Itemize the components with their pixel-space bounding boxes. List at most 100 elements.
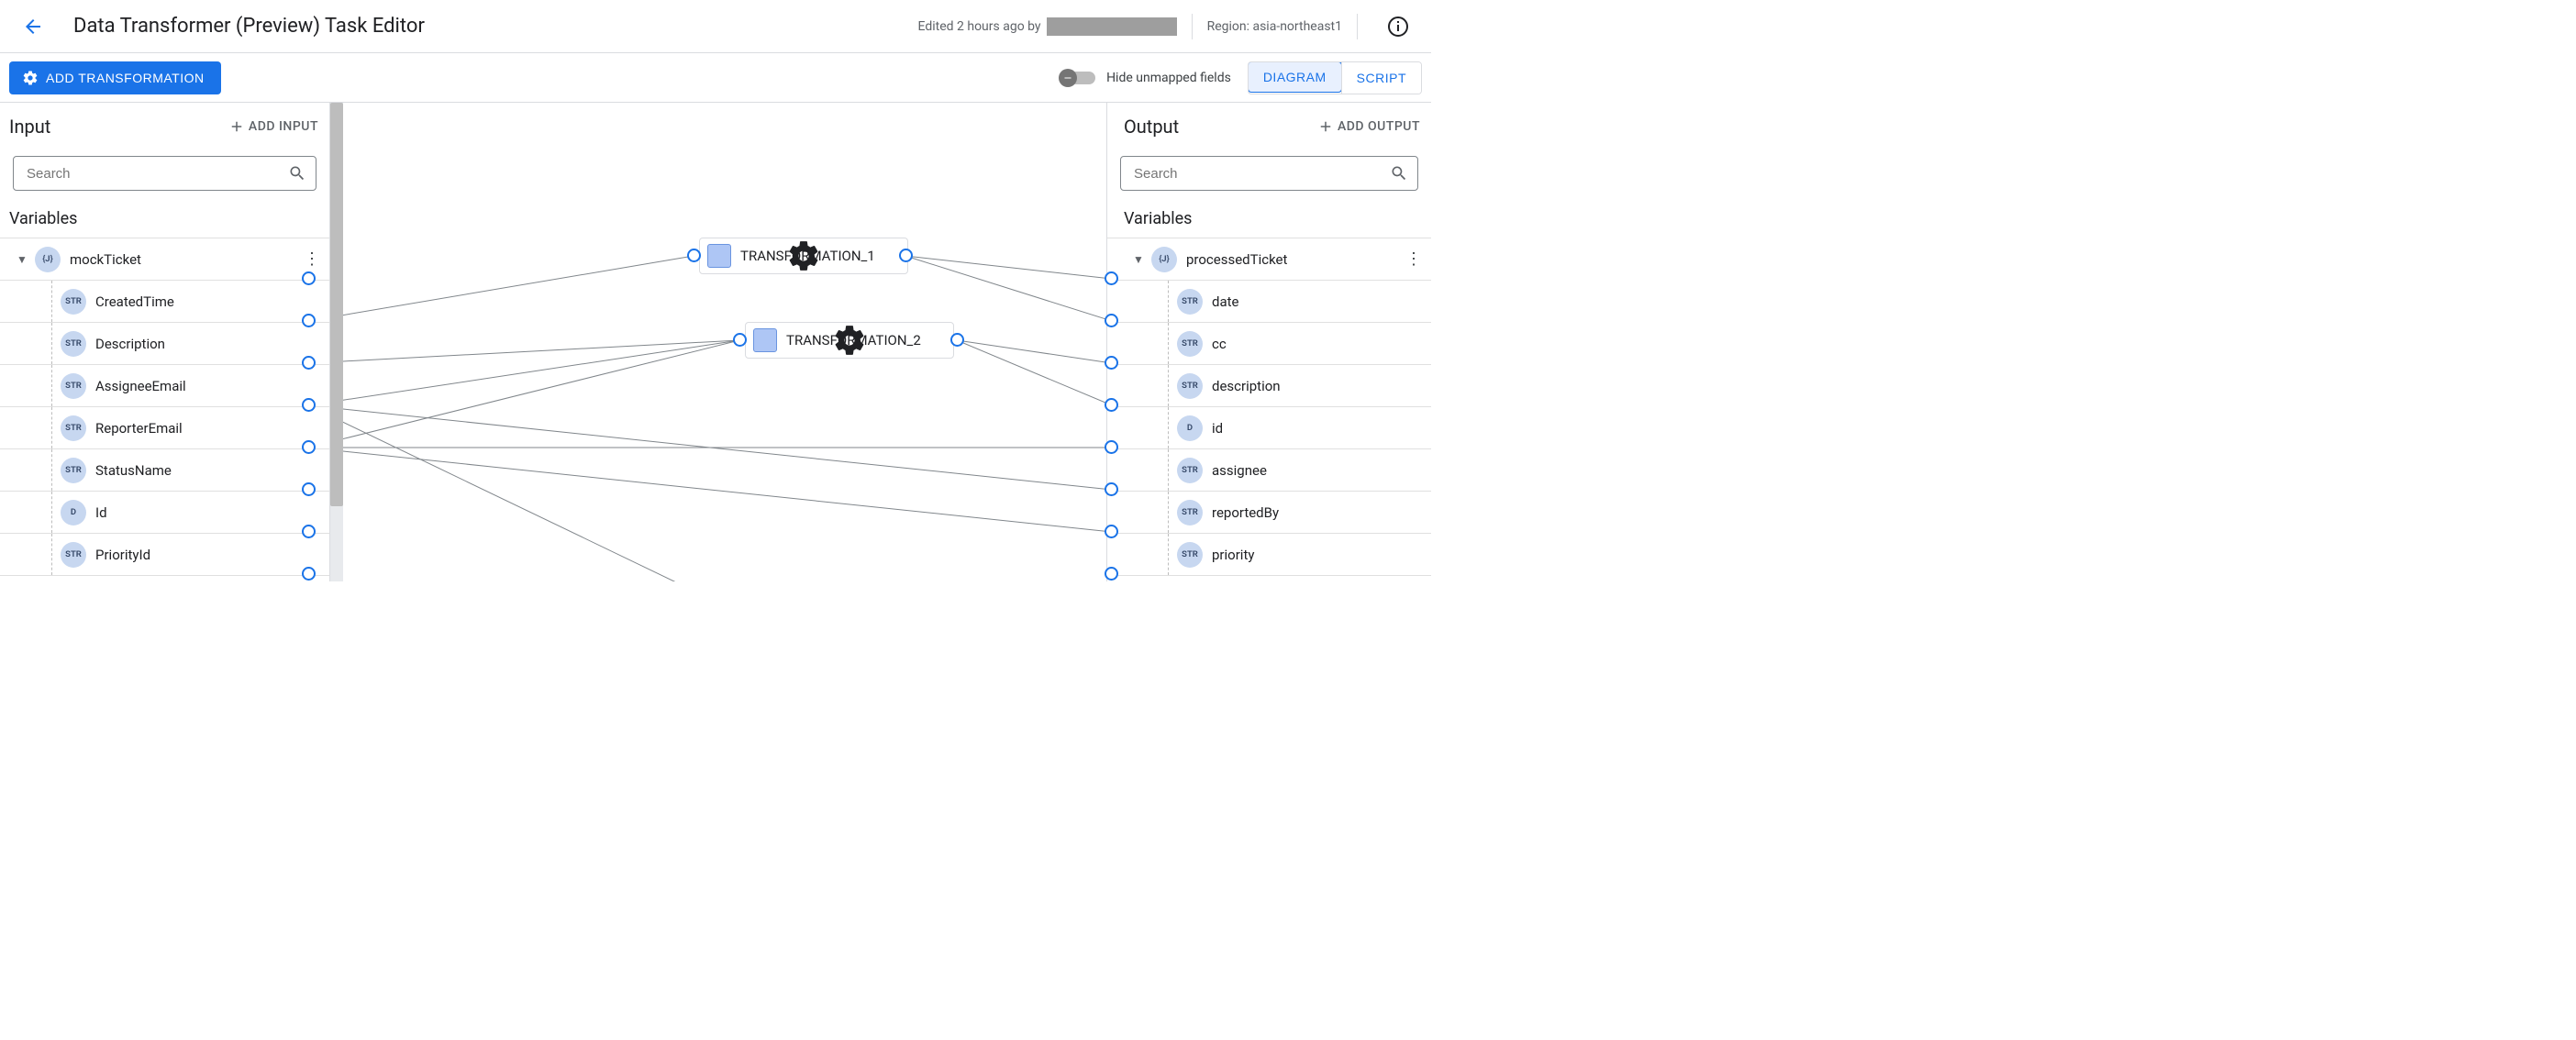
input-field-row[interactable]: STRDescription [0, 323, 329, 365]
type-badge: STR [61, 458, 86, 483]
type-badge: STR [1177, 542, 1203, 568]
search-icon [1390, 164, 1408, 183]
output-field-row[interactable]: STRreportedBy [1107, 492, 1431, 534]
input-field-name: Id [95, 504, 107, 521]
output-root-row[interactable]: ▼ {J} processedTicket ⋮ [1107, 238, 1431, 281]
info-button[interactable] [1380, 8, 1416, 45]
output-panel-title: Output [1124, 116, 1179, 138]
output-field-row[interactable]: Did [1107, 407, 1431, 449]
input-port-2[interactable] [302, 398, 316, 412]
toolbar: ADD TRANSFORMATION Hide unmapped fields … [0, 53, 1431, 103]
canvas[interactable]: TRANSFORMATION_1 TRANSFORMATION_2 [343, 103, 1106, 581]
input-field-name: ReporterEmail [95, 420, 183, 437]
add-output-label: ADD OUTPUT [1338, 119, 1420, 134]
type-badge: STR [1177, 373, 1203, 399]
output-port-0[interactable] [1105, 314, 1118, 327]
output-search-input[interactable] [1134, 166, 1390, 182]
input-tree: ▼ {J} mockTicket ⋮ STRCreatedTimeSTRDesc… [0, 238, 329, 576]
add-transformation-button[interactable]: ADD TRANSFORMATION [9, 61, 221, 94]
type-badge: D [61, 500, 86, 526]
edited-by-redacted [1047, 17, 1177, 36]
type-badge-json: {J} [35, 247, 61, 272]
output-search-field[interactable] [1120, 156, 1418, 191]
gear-icon [22, 70, 39, 86]
output-port-3[interactable] [1105, 440, 1118, 454]
indent-line [1168, 365, 1169, 406]
input-field-row[interactable]: STRStatusName [0, 449, 329, 492]
input-search-input[interactable] [27, 166, 288, 182]
input-panel-title: Input [9, 116, 50, 138]
input-field-name: Description [95, 336, 165, 352]
input-panel: Input ADD INPUT Variables ▼ {J} mockTick… [0, 103, 330, 581]
input-scrollbar[interactable] [330, 103, 343, 581]
row-menu-button[interactable]: ⋮ [304, 249, 320, 269]
output-port-root[interactable] [1105, 271, 1118, 285]
scrollbar-thumb[interactable] [330, 103, 343, 506]
output-field-name: cc [1212, 336, 1227, 352]
output-field-row[interactable]: STRassignee [1107, 449, 1431, 492]
add-output-button[interactable]: ADD OUTPUT [1317, 118, 1420, 135]
output-field-row[interactable]: STR priority [1107, 534, 1431, 576]
input-port-0[interactable] [302, 314, 316, 327]
output-field-row[interactable]: STRcc [1107, 323, 1431, 365]
transformation-1-output-port[interactable] [899, 249, 913, 262]
input-root-name: mockTicket [70, 251, 141, 268]
type-badge: STR [1177, 289, 1203, 315]
transformation-2-input-port[interactable] [733, 333, 747, 347]
hide-unmapped-label: Hide unmapped fields [1106, 71, 1231, 85]
indent-line [1168, 449, 1169, 491]
info-icon [1387, 16, 1409, 38]
output-field-name: reportedBy [1212, 504, 1279, 521]
input-field-row[interactable]: D Id [0, 492, 329, 534]
output-port-4[interactable] [1105, 482, 1118, 496]
transformation-node-1[interactable]: TRANSFORMATION_1 [699, 238, 908, 274]
output-port-6[interactable] [1105, 567, 1118, 581]
input-search-field[interactable] [13, 156, 316, 191]
header-separator [1192, 14, 1193, 39]
input-port-1[interactable] [302, 356, 316, 370]
type-badge: STR [1177, 458, 1203, 483]
output-port-5[interactable] [1105, 525, 1118, 538]
view-script-button[interactable]: SCRIPT [1341, 62, 1421, 94]
output-field-name: date [1212, 293, 1238, 310]
indent-line [51, 365, 52, 406]
indent-line [51, 407, 52, 448]
view-diagram-button[interactable]: DIAGRAM [1248, 61, 1342, 93]
type-badge: D [1177, 415, 1203, 441]
input-port-root[interactable] [302, 271, 316, 285]
input-port-5[interactable] [302, 525, 316, 538]
input-port-4[interactable] [302, 482, 316, 496]
input-field-name: AssigneeEmail [95, 378, 186, 394]
input-field-row[interactable]: STRReporterEmail [0, 407, 329, 449]
output-field-row[interactable]: STR date [1107, 281, 1431, 323]
output-port-2[interactable] [1105, 398, 1118, 412]
edited-by-label: Edited 2 hours ago by [918, 17, 1177, 36]
input-variables-label: Variables [0, 202, 329, 238]
region-label: Region: asia-northeast1 [1207, 19, 1342, 34]
add-input-button[interactable]: ADD INPUT [228, 118, 318, 135]
toggle-knob [1059, 69, 1077, 87]
type-badge: STR [61, 373, 86, 399]
output-field-name: priority [1212, 547, 1254, 563]
caret-down-icon: ▼ [1133, 253, 1151, 266]
transformation-1-input-port[interactable] [687, 249, 701, 262]
indent-line [1168, 323, 1169, 364]
input-port-6[interactable] [302, 567, 316, 581]
output-field-row[interactable]: STRdescription [1107, 365, 1431, 407]
input-field-name: PriorityId [95, 547, 150, 563]
indent-line [51, 449, 52, 491]
row-menu-button[interactable]: ⋮ [1405, 249, 1422, 269]
back-button[interactable] [15, 8, 51, 45]
type-badge: STR [61, 542, 86, 568]
input-root-row[interactable]: ▼ {J} mockTicket ⋮ [0, 238, 329, 281]
type-badge-json: {J} [1151, 247, 1177, 272]
input-field-row[interactable]: STR PriorityId [0, 534, 329, 576]
output-port-1[interactable] [1105, 356, 1118, 370]
output-field-name: id [1212, 420, 1223, 437]
transformation-2-output-port[interactable] [950, 333, 964, 347]
transformation-node-2[interactable]: TRANSFORMATION_2 [745, 322, 954, 359]
hide-unmapped-toggle[interactable] [1061, 72, 1095, 84]
input-field-row[interactable]: STRCreatedTime [0, 281, 329, 323]
input-field-row[interactable]: STR AssigneeEmail [0, 365, 329, 407]
input-port-3[interactable] [302, 440, 316, 454]
